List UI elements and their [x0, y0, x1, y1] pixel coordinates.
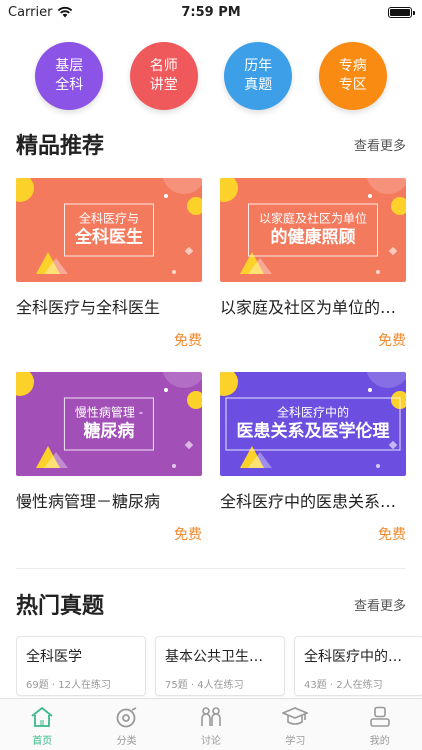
exam-card[interactable]: 全科医学 69题 · 12人在练习 [16, 636, 146, 696]
category-past-exams[interactable]: 历年真题 [224, 42, 293, 110]
banner-line2: 医患关系及医学伦理 [236, 421, 390, 442]
tab-label: 我的 [369, 736, 390, 747]
section-divider [16, 568, 406, 569]
tab-study[interactable]: 学习 [265, 705, 325, 747]
banner-line2: 全科医生 [75, 227, 143, 248]
course-card[interactable]: 全科医疗与 全科医生 全科医疗与全科医生 免费 [16, 178, 202, 350]
category-label: 名师讲堂 [149, 58, 178, 93]
exam-title: 基本公共卫生服务 [165, 649, 275, 665]
course-card[interactable]: 以家庭及社区为单位的健康照顾 以家庭及社区为单位的健康照顾 免费 [220, 178, 406, 350]
course-card[interactable]: 慢性病管理 - 糖尿病 慢性病管理－糖尿病 免费 [16, 372, 202, 544]
exam-practicing: 2人在练习 [336, 680, 383, 691]
category-row: 基层全科 名师讲堂 历年真题 专病专区 [0, 42, 422, 110]
banner-line2: 糖尿病 [83, 421, 135, 442]
banner-line1: 全科医疗中的 [276, 405, 349, 420]
exam-practicing: 4人在练习 [197, 680, 244, 691]
study-icon [282, 705, 309, 729]
category-disease-zone[interactable]: 专病专区 [318, 42, 387, 110]
discussion-icon [199, 705, 223, 729]
tab-label: 讨论 [200, 736, 221, 747]
category-lecture-hall[interactable]: 名师讲堂 [129, 42, 198, 110]
course-title: 全科医疗与全科医生 [16, 298, 161, 317]
home-icon [30, 705, 54, 729]
exam-count: 75题 [165, 680, 188, 691]
status-bar: Carrier 7:59 PM [0, 0, 422, 24]
banner-text: 以家庭及社区为单位 的健康照顾 [247, 203, 379, 257]
course-price: 免费 [174, 527, 202, 543]
tab-discussion[interactable]: 讨论 [181, 705, 241, 747]
exam-meta: 69题 · 12人在练习 [26, 680, 112, 691]
banner-text: 全科医疗中的 医患关系及医学伦理 [225, 397, 401, 451]
hot-exams-more-link[interactable]: 查看更多 [354, 595, 406, 614]
banner-line1: 慢性病管理 - [74, 405, 144, 420]
exam-card[interactable]: 全科医疗中的问题 43题 · 2人在练习 [294, 636, 422, 696]
course-price: 免费 [174, 333, 202, 349]
category-icon [115, 705, 139, 729]
category-label: 历年真题 [244, 58, 273, 93]
banner-text: 慢性病管理 - 糖尿病 [63, 397, 155, 451]
exam-meta: 75题 · 4人在练习 [165, 680, 244, 691]
course-banner: 慢性病管理 - 糖尿病 [16, 372, 202, 476]
exam-title: 全科医疗中的问题 [304, 649, 414, 665]
course-price: 免费 [378, 333, 406, 349]
exam-title: 全科医学 [26, 649, 82, 665]
course-banner: 全科医疗与 全科医生 [16, 178, 202, 282]
carrier-label: Carrier [8, 4, 53, 20]
banner-line2: 的健康照顾 [270, 227, 356, 248]
course-title: 全科医疗中的医患关系及医学伦理 [220, 492, 406, 511]
course-title: 慢性病管理－糖尿病 [16, 492, 161, 511]
category-general-practice[interactable]: 基层全科 [35, 42, 104, 110]
exam-card[interactable]: 基本公共卫生服务 75题 · 4人在练习 [155, 636, 285, 696]
profile-icon [368, 705, 392, 729]
exam-practicing: 12人在练习 [58, 680, 112, 691]
hot-exams-header: 热门真题 查看更多 [16, 588, 406, 620]
banner-line1: 以家庭及社区为单位 [258, 211, 368, 226]
featured-title: 精品推荐 [16, 134, 105, 159]
tab-category[interactable]: 分类 [97, 705, 157, 747]
banner-text: 全科医疗与 全科医生 [64, 203, 154, 257]
tab-bar: 首页 分类 讨论 学习 我的 [0, 698, 422, 750]
course-price: 免费 [378, 527, 406, 543]
course-card[interactable]: 全科医疗中的医患关系及医学伦理 全科医疗中的医患关系及医学伦理 免费 [220, 372, 406, 544]
category-label: 专病专区 [338, 58, 367, 93]
exam-list: 全科医学 69题 · 12人在练习 基本公共卫生服务 75题 · 4人在练习 全… [16, 636, 422, 698]
tab-label: 学习 [285, 736, 306, 747]
exam-count: 69题 [26, 680, 49, 691]
exam-meta: 43题 · 2人在练习 [304, 680, 383, 691]
featured-more-link[interactable]: 查看更多 [354, 135, 406, 154]
tab-profile[interactable]: 我的 [350, 705, 410, 747]
course-title: 以家庭及社区为单位的健康照顾 [220, 298, 406, 317]
exam-count: 43题 [304, 680, 327, 691]
category-label: 基层全科 [55, 58, 84, 93]
tab-home[interactable]: 首页 [12, 705, 72, 747]
battery-icon [388, 6, 415, 18]
hot-exams-title: 热门真题 [16, 594, 105, 619]
course-banner: 以家庭及社区为单位 的健康照顾 [220, 178, 406, 282]
wifi-icon [58, 6, 73, 18]
tab-label: 分类 [116, 736, 137, 747]
banner-line1: 全科医疗与 [78, 211, 139, 226]
tab-label: 首页 [32, 736, 53, 747]
featured-header: 精品推荐 查看更多 [16, 128, 406, 160]
course-banner: 全科医疗中的 医患关系及医学伦理 [220, 372, 406, 476]
